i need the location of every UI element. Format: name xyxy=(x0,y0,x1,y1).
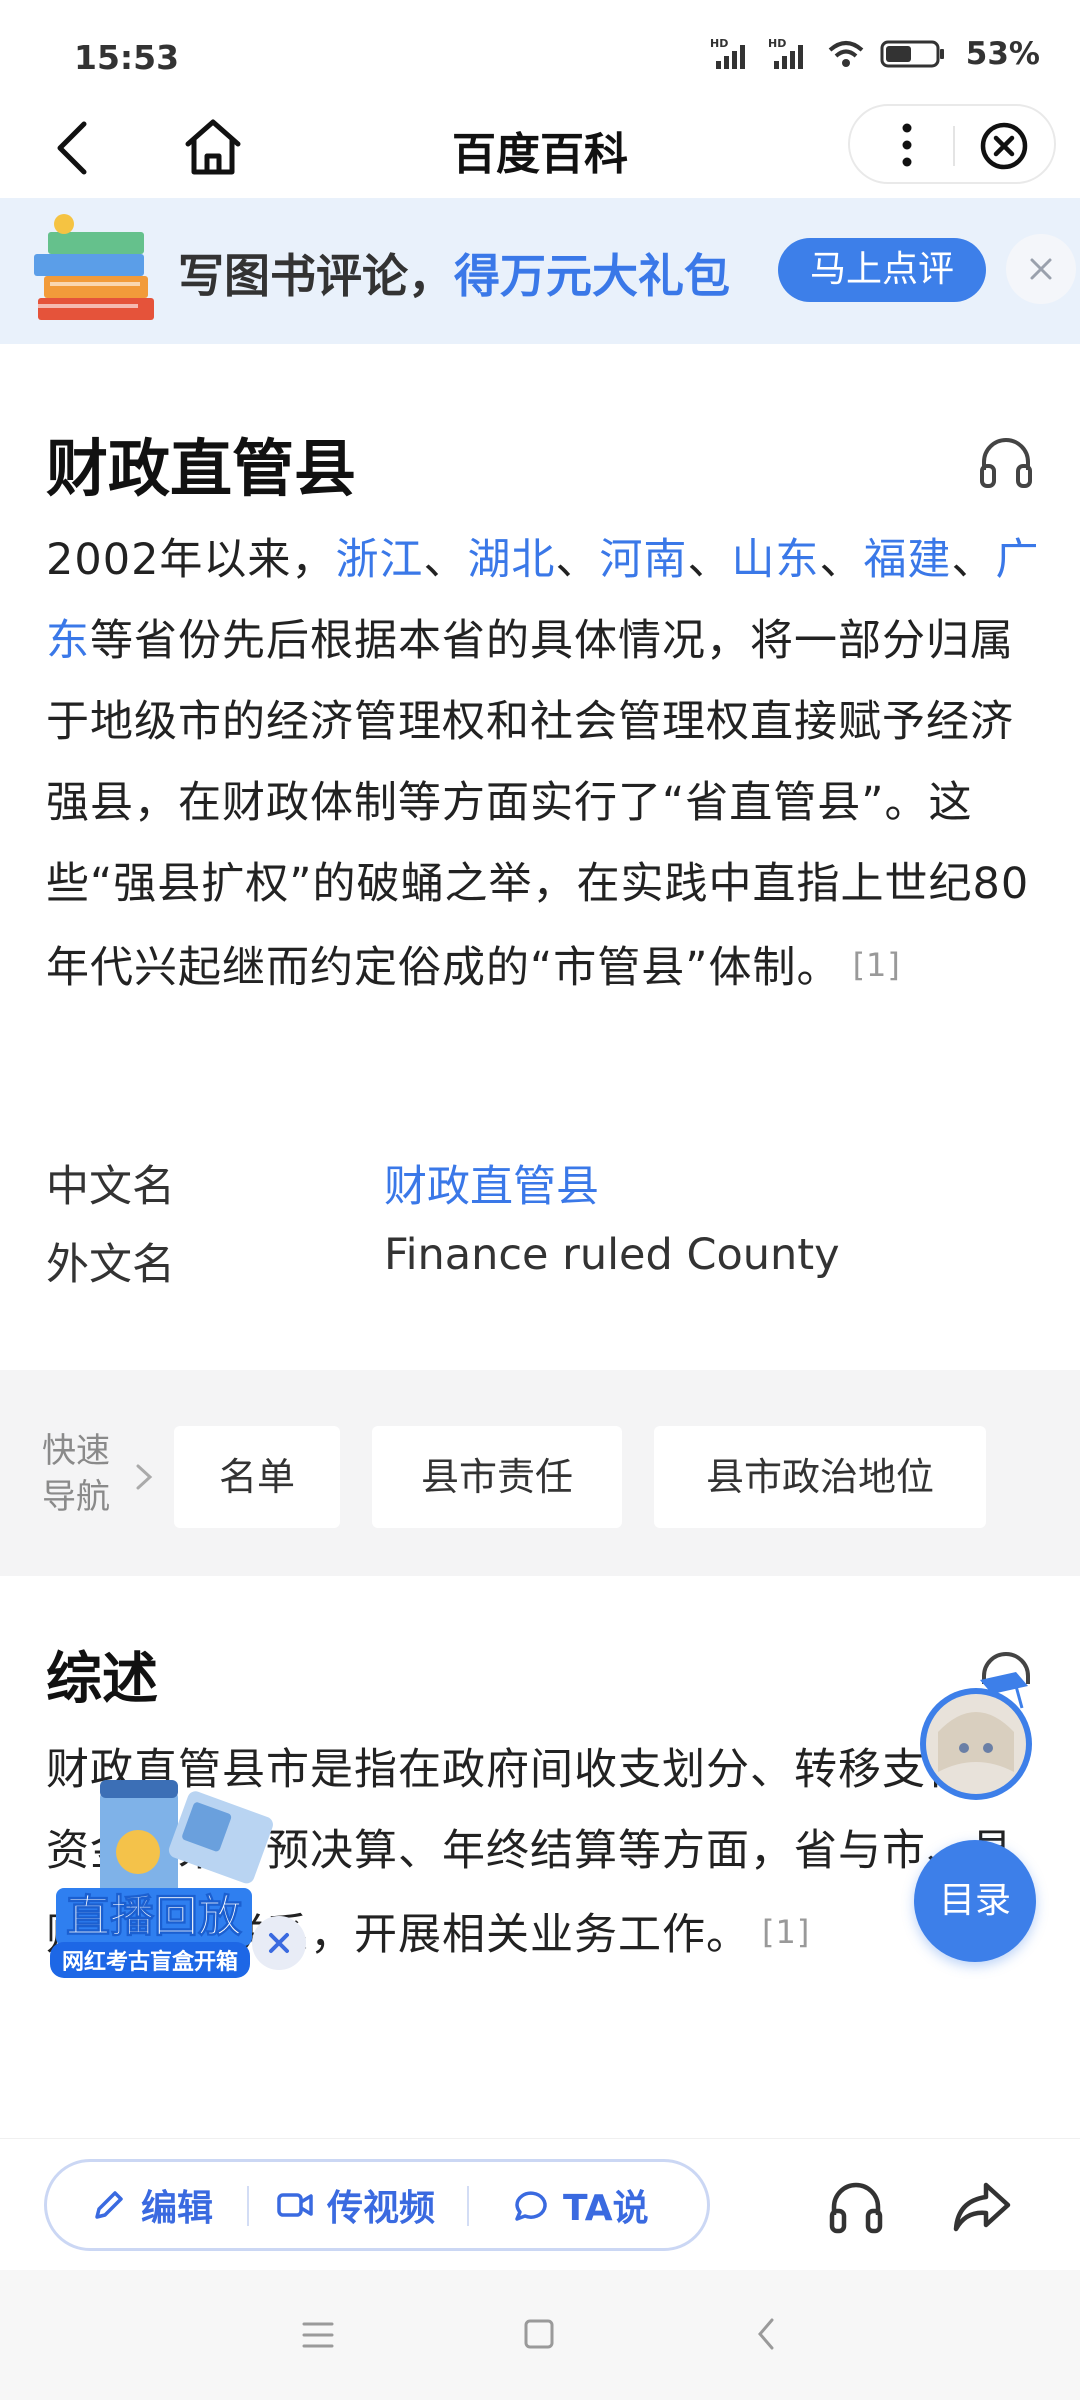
edit-label: 编辑 xyxy=(141,2188,214,2229)
action-divider xyxy=(467,2186,469,2226)
review-now-button[interactable]: 马上点评 xyxy=(778,238,986,302)
close-icon xyxy=(1030,258,1052,280)
more-options-icon[interactable] xyxy=(892,118,922,172)
ta-label: TA说 xyxy=(563,2188,649,2229)
reference-marker[interactable]: [1] xyxy=(762,1913,810,1951)
intro-sep: 、 xyxy=(819,535,864,585)
intro-sep: 、 xyxy=(423,535,468,585)
quick-nav-label: 快速导航 xyxy=(42,1431,110,1517)
product-jar-icon xyxy=(100,1780,273,1898)
banner-text-highlight: 得万元大礼包 xyxy=(454,249,730,303)
banner-text-prefix: 写图书评论， xyxy=(178,249,454,303)
cell-signal-icon: HD xyxy=(710,37,745,69)
quick-navigation: 快速导航 名单 县市责任 县市政治地位 xyxy=(0,1370,1080,1576)
info-label: 中文名 xyxy=(46,1162,175,1212)
live-replay-subtitle: 网红考古盲盒开箱 xyxy=(50,1942,251,1978)
intro-text-1: 2002年以来， xyxy=(46,535,336,585)
ta-says-button[interactable]: TA说 xyxy=(511,2162,649,2248)
pencil-icon xyxy=(95,2191,123,2219)
headphones-icon[interactable] xyxy=(826,2177,886,2237)
books-icon xyxy=(34,214,154,320)
chat-bubble-icon xyxy=(515,2191,547,2221)
link-fujian[interactable]: 福建 xyxy=(863,535,951,585)
link-zhejiang[interactable]: 浙江 xyxy=(335,535,423,585)
quick-nav-chip-county-duty[interactable]: 县市责任 xyxy=(372,1426,622,1528)
status-time: 15:53 xyxy=(74,38,180,77)
quick-nav-chip-political-status[interactable]: 县市政治地位 xyxy=(654,1426,986,1528)
banner-text: 写图书评论，得万元大礼包 xyxy=(178,240,730,306)
signal-hd-label-1: HD xyxy=(710,37,728,50)
intro-sep: 、 xyxy=(951,535,996,585)
intro-text-2: 等省份先后根据本省的具体情况，将一部分归属于地级市的经济管理权和社会管理权直接赋… xyxy=(46,616,1030,993)
system-home-icon[interactable] xyxy=(522,2316,556,2352)
info-label: 外文名 xyxy=(46,1240,175,1290)
video-label: 传视频 xyxy=(327,2188,436,2229)
close-icon xyxy=(269,1933,289,1953)
info-value-link[interactable]: 财政直管县 xyxy=(384,1152,599,1214)
edit-button[interactable]: 编辑 xyxy=(89,2162,213,2248)
status-icons: HD HD 53% xyxy=(710,36,1040,72)
top-nav-bar: 百度百科 xyxy=(0,100,1080,196)
share-icon[interactable] xyxy=(950,2175,1014,2239)
battery-icon xyxy=(880,40,944,68)
link-hubei[interactable]: 湖北 xyxy=(467,535,555,585)
mini-program-capsule xyxy=(848,104,1056,184)
wifi-icon xyxy=(828,41,864,67)
intro-paragraph: 2002年以来，浙江、湖北、河南、山东、福建、广东等省份先后根据本省的具体情况，… xyxy=(46,520,1042,1009)
signal-hd-label-2: HD xyxy=(768,37,786,50)
reference-marker[interactable]: [1] xyxy=(853,946,901,984)
live-card-close-button[interactable] xyxy=(252,1916,306,1970)
table-of-contents-button[interactable]: 目录 xyxy=(914,1840,1036,1962)
chevron-right-icon xyxy=(136,1464,153,1490)
bottom-action-bar: 编辑 传视频 TA说 xyxy=(0,2138,1080,2270)
banner-close-button[interactable] xyxy=(1006,234,1076,304)
promo-banner[interactable]: 写图书评论，得万元大礼包 马上点评 xyxy=(0,198,1080,344)
status-bar: 15:53 HD HD 53% xyxy=(0,0,1080,100)
section-title: 综述 xyxy=(46,1647,158,1712)
capsule-divider xyxy=(953,126,955,166)
cell-signal-icon: HD xyxy=(768,37,803,69)
headphones-icon[interactable] xyxy=(976,432,1036,492)
video-camera-icon xyxy=(277,2193,313,2217)
link-shandong[interactable]: 山东 xyxy=(731,535,819,585)
battery-percent: 53% xyxy=(965,36,1040,72)
info-value: Finance ruled County xyxy=(384,1230,840,1280)
system-nav-bar xyxy=(0,2270,1080,2400)
recent-apps-icon[interactable] xyxy=(300,2318,336,2352)
intro-sep: 、 xyxy=(555,535,600,585)
action-divider xyxy=(247,2186,249,2226)
system-back-icon[interactable] xyxy=(754,2314,778,2354)
live-replay-title: 直播回放 xyxy=(56,1888,252,1946)
upload-video-button[interactable]: 传视频 xyxy=(275,2162,435,2248)
link-henan[interactable]: 河南 xyxy=(599,535,687,585)
quick-nav-chip-list[interactable]: 名单 xyxy=(174,1426,340,1528)
intro-sep: 、 xyxy=(687,535,732,585)
close-circle-icon[interactable] xyxy=(978,120,1030,172)
action-pill: 编辑 传视频 TA说 xyxy=(44,2159,710,2251)
assistant-avatar[interactable] xyxy=(916,1672,1040,1802)
article-title: 财政直管县 xyxy=(46,432,357,505)
